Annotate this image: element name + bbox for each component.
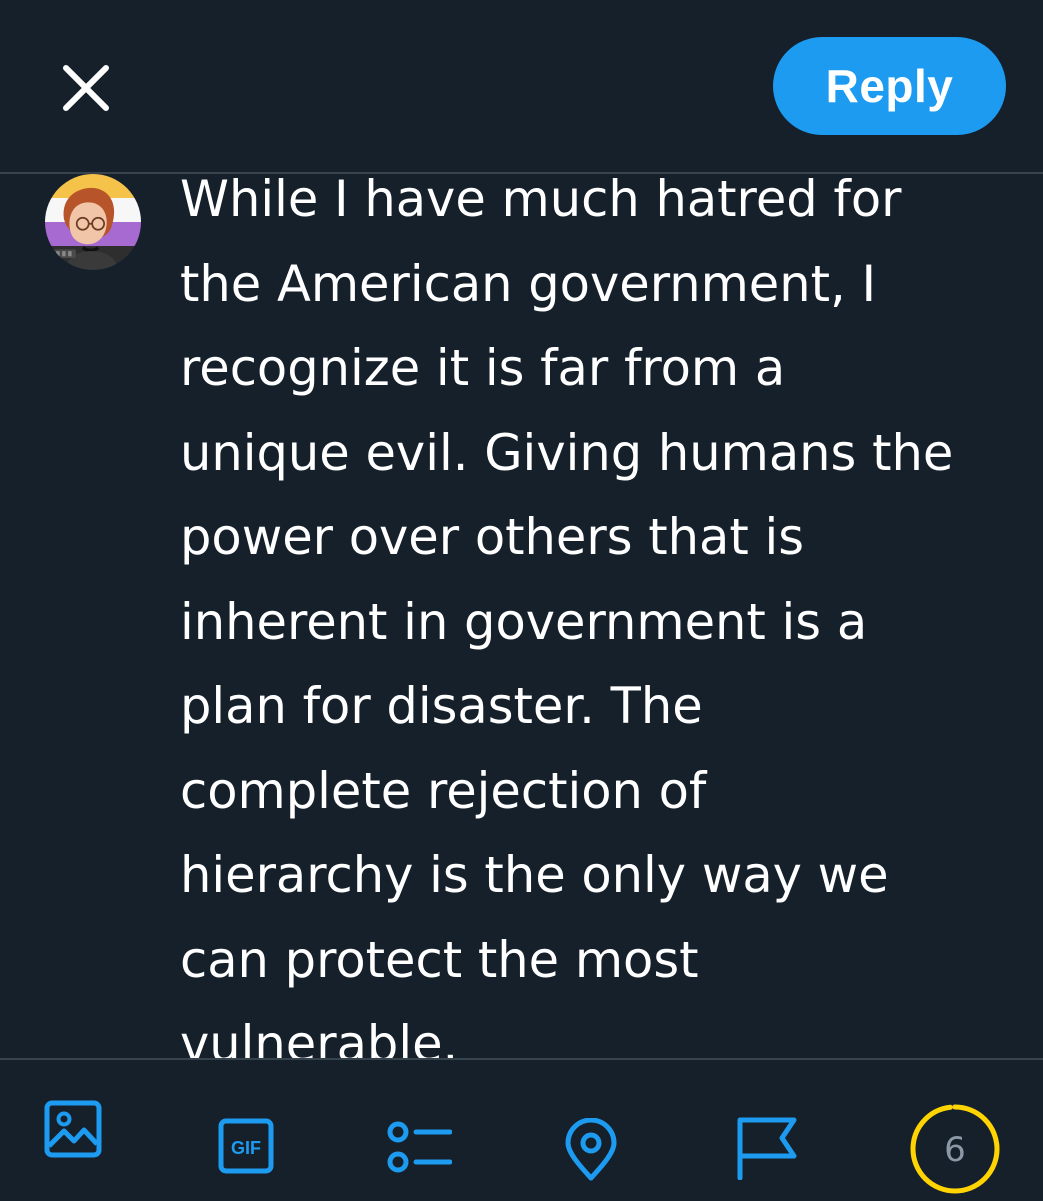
character-counter: 6 — [908, 1102, 1002, 1196]
poll-icon — [387, 1121, 453, 1173]
gif-icon: GIF — [218, 1118, 274, 1174]
characters-remaining: 6 — [944, 1130, 966, 1170]
add-poll-button[interactable] — [386, 1120, 453, 1174]
compose-header: Reply — [0, 0, 1043, 172]
progress-ring-icon: 6 — [910, 1104, 1000, 1194]
svg-text:GIF: GIF — [231, 1138, 261, 1158]
compose-toolbar: GIF 6 — [0, 1060, 1043, 1200]
add-flag-button[interactable] — [736, 1116, 798, 1181]
add-image-button[interactable] — [44, 1100, 102, 1158]
user-avatar[interactable] — [37, 174, 149, 270]
add-gif-button[interactable]: GIF — [218, 1118, 274, 1174]
location-icon — [565, 1117, 617, 1181]
reply-button[interactable]: Reply — [773, 37, 1006, 135]
reply-text-input[interactable]: While I have much hatred for the America… — [180, 174, 1020, 1058]
add-location-button[interactable] — [564, 1117, 618, 1182]
flag-icon — [737, 1117, 797, 1181]
image-icon — [44, 1100, 102, 1158]
close-button[interactable] — [56, 58, 116, 118]
close-icon — [63, 65, 109, 111]
reply-composer: While I have much hatred for the America… — [0, 174, 1043, 1058]
